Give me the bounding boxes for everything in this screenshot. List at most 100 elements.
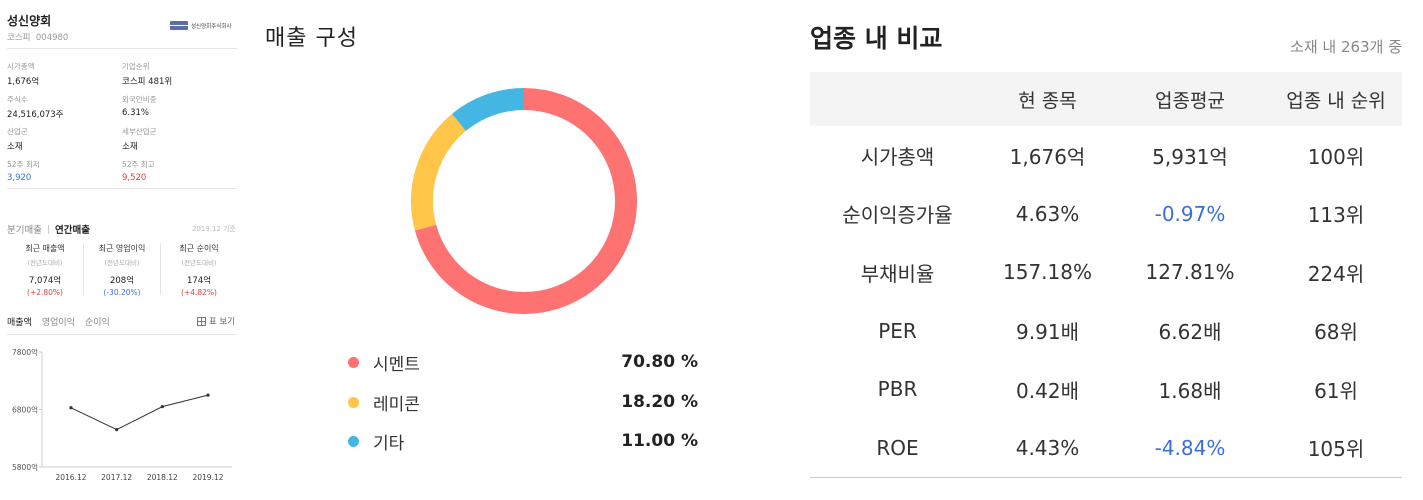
row-label: 순이익증가율 [842,203,953,228]
chart-tab-underline [7,334,237,335]
stock-value: 4.63% [1015,201,1080,226]
foreign-ratio-stat: 외국인비중 6.31% [122,94,232,118]
stock-value: 4.43% [1015,435,1080,460]
recent-delta: (+2.80%) [27,288,63,297]
stat-value: 3,920 [7,173,32,183]
donut-slice-1[interactable] [411,113,467,231]
stat-value: 24,516,073주 [7,110,64,120]
industry-rank: 224위 [1307,261,1365,286]
industry-rank: 105위 [1307,437,1365,462]
share-count-stat: 주식수 24,516,073주 [7,94,117,120]
recent-sub: (전년도대비) [27,259,63,267]
industry-comparison-table: 현 종목 업종평균 업종 내 순위 시가총액 1,676억 5,931억 100위순이… [810,72,1402,477]
stat-value: 1,676억 [7,77,40,87]
stat-value: 6.31% [122,108,150,118]
x-tick-label: 2017.12 [101,473,132,482]
recent-title: 최근 순이익 [179,244,219,253]
recent-operating-income: 최근 영업이익 (전년도대비) 208억 (-30.20%) [84,243,161,297]
week52-low-stat: 52주 최저 3,920 [7,159,117,183]
recent-value: 7,074억 [28,276,62,286]
recent-sales: 최근 매출액 (전년도대비) 7,074억 (+2.80%) [7,243,84,297]
sales-period-tabs: 분기매출 연간매출 [7,222,90,236]
industry-average: -4.84% [1154,435,1226,460]
week52-high-stat: 52주 최고 9,520 [122,159,232,183]
company-name: 성신양회 [7,14,52,28]
recent-sub: (전년도대비) [181,259,217,267]
data-point[interactable] [160,405,164,409]
recent-performance: 최근 매출액 (전년도대비) 7,074억 (+2.80%) 최근 영업이익 (… [7,243,237,297]
x-tick-label: 2019.12 [192,473,223,482]
industry-rank: 100위 [1307,144,1365,169]
stock-value: 9.91배 [1016,320,1079,345]
x-tick-label: 2018.12 [147,473,178,482]
tab-net-income[interactable]: 순이익 [85,315,110,335]
data-point[interactable] [115,428,119,432]
stat-value: 소재 [122,142,138,152]
company-market-code: 코스피 004980 [7,31,68,43]
industry-average: -0.97% [1154,201,1226,226]
market-name: 코스피 [7,33,31,43]
y-tick-label: 7800억 [12,348,38,357]
stat-label: 주식수 [7,95,28,104]
data-point[interactable] [69,406,73,410]
stat-label: 외국인비중 [122,95,157,104]
stat-value: 소재 [7,142,23,152]
table-row: PBR 0.42배 1.68배 61위 [810,360,1402,419]
stat-label: 시가총액 [7,62,35,71]
stat-label: 기업순위 [122,62,150,71]
revenue-series-line [70,394,209,431]
divider [7,188,237,189]
industry-average: 6.62배 [1158,320,1222,345]
industry-average: 127.81% [1145,260,1235,285]
stock-code: 004980 [35,33,69,43]
tab-revenue[interactable]: 매출액 [7,315,32,335]
legend-item-other: 기타 11.00 % [348,429,698,454]
data-point[interactable] [206,393,210,397]
revenue-line-chart: 7800억 6800억 5800억 2016.12 2017.12 2018.12 2019… [12,348,232,482]
tab-operating-income[interactable]: 영업이익 [42,315,75,335]
row-label: 시가총액 [860,144,935,169]
table-grid-icon [196,316,206,326]
table-row: ROE 4.43% -4.84% 105위 [810,419,1402,478]
y-tick-label: 5800억 [12,463,38,472]
legend-item-cement: 시멘트 70.80 % [348,350,698,375]
basis-date: 2019.12 기준 [191,225,236,233]
composition-title: 매출 구성 [265,26,358,51]
recent-net-income: 최근 순이익 (전년도대비) 174억 (+4.82%) [161,243,237,297]
legend-percent: 11.00 % [621,431,698,451]
table-row: 시가총액 1,676억 5,931억 100위 [810,126,1402,185]
tab-annual-sales[interactable]: 연간매출 [55,222,90,236]
legend-percent: 70.80 % [621,352,698,372]
recent-delta: (+4.82%) [181,288,217,297]
stat-label: 52주 최저 [7,160,40,169]
legend-swatch [348,356,359,368]
stock-value: 157.18% [1003,260,1092,285]
chart-metric-tabs: 매출액 영업이익 순이익 [7,315,110,335]
company-logo-text: 성신양회주식회사 [191,23,232,30]
row-label: PER [878,318,917,343]
industry-average: 1.68배 [1158,378,1222,403]
header-cell: 업종 내 순위 [1286,89,1386,112]
recent-title: 최근 영업이익 [98,244,146,253]
industry-rank: 61위 [1314,378,1358,403]
stat-label: 52주 최고 [122,160,155,169]
legend-label: 시멘트 [373,354,420,375]
header-cell: 현 종목 [1018,89,1077,112]
comparison-title: 업종 내 비교 [810,24,943,53]
y-tick-label: 6800억 [12,406,38,415]
recent-title: 최근 매출액 [25,244,65,253]
legend-label: 레미콘 [373,394,420,415]
stat-value: 코스피 481위 [122,77,173,87]
tab-quarterly-sales[interactable]: 분기매출 [7,222,42,236]
table-view-button[interactable]: 표 보기 [196,315,235,327]
stat-value: 9,520 [122,173,147,183]
legend-percent: 18.20 % [621,392,698,412]
recent-delta: (-30.20%) [103,288,141,297]
sub-industry-stat: 세부산업군 소재 [122,126,232,152]
table-row: 부채비율 157.18% 127.81% 224위 [810,243,1402,302]
table-bottom-border [810,477,1402,478]
table-body: 시가총액 1,676억 5,931억 100위 순이익증가율 4.63% -0.97% 113… [810,126,1402,477]
industry-stat: 산업군 소재 [7,126,117,152]
donut-slice-2[interactable] [451,88,525,132]
header-cell: 업종평균 [1155,89,1225,112]
